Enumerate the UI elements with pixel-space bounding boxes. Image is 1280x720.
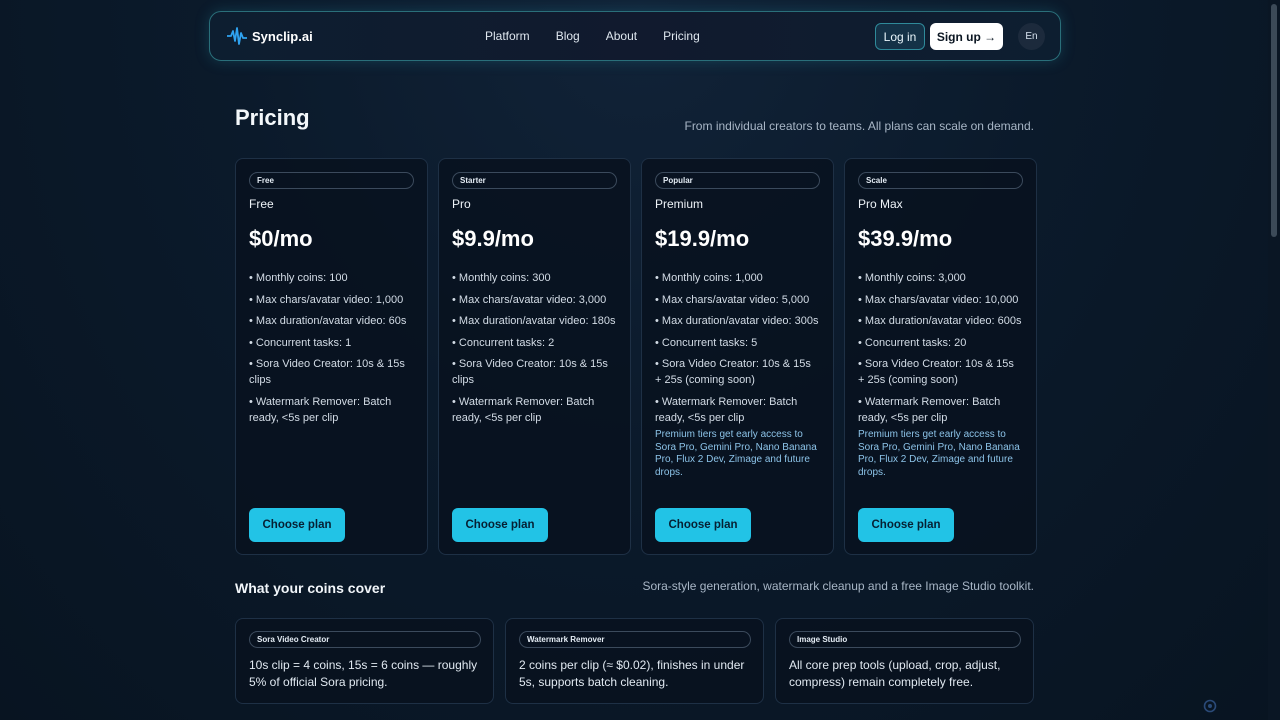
nav-link-platform[interactable]: Platform — [485, 29, 530, 43]
feature-item: • Monthly coins: 100 — [249, 272, 348, 284]
plan-cards: Free Free $0/mo • Monthly coins: 100 • M… — [235, 158, 1037, 555]
page-title: Pricing — [235, 105, 310, 130]
choose-plan-button[interactable]: Choose plan — [858, 508, 954, 542]
coin-card-watermark: Watermark Remover 2 coins per clip (≈ $0… — [505, 618, 764, 704]
plan-card-premium: Popular Premium $19.9/mo • Monthly coins… — [641, 158, 834, 555]
feature-item: • Monthly coins: 300 — [452, 272, 551, 284]
coin-text: 2 coins per clip (≈ $0.02), finishes in … — [519, 658, 745, 689]
coin-badge: Image Studio — [789, 631, 1021, 648]
plan-price: $19.9/mo — [655, 226, 750, 251]
feature-list: • Monthly coins: 3,000 • Max chars/avata… — [858, 270, 1023, 426]
early-access-note: Premium tiers get early access to Sora P… — [858, 429, 1020, 478]
scrollbar-thumb[interactable] — [1271, 4, 1277, 237]
choose-plan-button[interactable]: Choose plan — [452, 508, 548, 542]
plan-price: $0/mo — [249, 226, 313, 251]
feature-item: • Max chars/avatar video: 1,000 — [249, 293, 404, 306]
coin-card-sora: Sora Video Creator 10s clip = 4 coins, 1… — [235, 618, 494, 704]
feature-item: • Watermark Remover: Batch ready, <5s pe… — [452, 395, 595, 424]
coin-text: 10s clip = 4 coins, 15s = 6 coins — roug… — [249, 658, 478, 689]
plan-name: Pro Max — [858, 197, 903, 211]
plan-name: Free — [249, 197, 274, 211]
coin-card-image-studio: Image Studio All core prep tools (upload… — [775, 618, 1034, 704]
language-button[interactable]: En — [1018, 23, 1045, 50]
feature-item: • Concurrent tasks: 20 — [858, 336, 967, 349]
feature-item: • Watermark Remover: Batch ready, <5s pe… — [655, 395, 798, 424]
nav-links: Platform Blog About Pricing — [485, 29, 726, 43]
waveform-logo-icon — [227, 27, 247, 45]
feature-item: • Concurrent tasks: 1 — [249, 336, 352, 349]
feature-item: • Concurrent tasks: 2 — [452, 336, 555, 349]
feature-item: • Monthly coins: 1,000 — [655, 272, 763, 284]
choose-plan-button[interactable]: Choose plan — [655, 508, 751, 542]
nav-link-pricing[interactable]: Pricing — [663, 29, 700, 43]
recaptcha-icon — [1203, 699, 1217, 713]
page-scrollbar[interactable] — [1268, 0, 1280, 720]
feature-item: • Watermark Remover: Batch ready, <5s pe… — [858, 395, 1001, 424]
plan-card-pro: Starter Pro $9.9/mo • Monthly coins: 300… — [438, 158, 631, 555]
feature-item: • Max chars/avatar video: 5,000 — [655, 293, 810, 306]
brand-name: Synclip.ai — [252, 28, 313, 44]
plan-badge: Free — [249, 172, 414, 189]
feature-item: • Max chars/avatar video: 10,000 — [858, 293, 1019, 306]
login-button[interactable]: Log in — [875, 23, 925, 50]
top-navbar: Synclip.ai Platform Blog About Pricing L… — [209, 11, 1061, 61]
coin-text: All core prep tools (upload, crop, adjus… — [789, 658, 1001, 689]
feature-item: • Max duration/avatar video: 60s — [249, 315, 407, 327]
plan-card-pro-max: Scale Pro Max $39.9/mo • Monthly coins: … — [844, 158, 1037, 555]
plan-badge: Starter — [452, 172, 617, 189]
plan-card-free: Free Free $0/mo • Monthly coins: 100 • M… — [235, 158, 428, 555]
coins-section-subtitle: Sora-style generation, watermark cleanup… — [642, 579, 1034, 593]
plan-badge: Scale — [858, 172, 1023, 189]
nav-link-blog[interactable]: Blog — [556, 29, 580, 43]
feature-item: • Sora Video Creator: 10s & 15s + 25s (c… — [655, 358, 811, 386]
coin-badge: Watermark Remover — [519, 631, 751, 648]
feature-list: • Monthly coins: 1,000 • Max chars/avata… — [655, 270, 820, 426]
coin-cards: Sora Video Creator 10s clip = 4 coins, 1… — [235, 618, 1034, 704]
feature-item: • Concurrent tasks: 5 — [655, 336, 758, 349]
page-subtitle: From individual creators to teams. All p… — [684, 119, 1034, 133]
coin-badge: Sora Video Creator — [249, 631, 481, 648]
feature-item: • Sora Video Creator: 10s & 15s clips — [249, 358, 405, 386]
feature-item: • Sora Video Creator: 10s & 15s + 25s (c… — [858, 358, 1014, 386]
signup-button[interactable]: Sign up → — [930, 23, 1003, 50]
feature-item: • Max duration/avatar video: 300s — [655, 315, 819, 327]
feature-item: • Max duration/avatar video: 600s — [858, 315, 1022, 327]
feature-item: • Monthly coins: 3,000 — [858, 272, 966, 284]
brand-logo[interactable]: Synclip.ai — [227, 27, 313, 45]
plan-badge: Popular — [655, 172, 820, 189]
plan-price: $9.9/mo — [452, 226, 534, 251]
feature-item: • Sora Video Creator: 10s & 15s clips — [452, 358, 608, 386]
feature-list: • Monthly coins: 300 • Max chars/avatar … — [452, 270, 617, 426]
feature-item: • Watermark Remover: Batch ready, <5s pe… — [249, 395, 392, 424]
choose-plan-button[interactable]: Choose plan — [249, 508, 345, 542]
plan-name: Premium — [655, 197, 704, 211]
plan-price: $39.9/mo — [858, 226, 953, 251]
nav-link-about[interactable]: About — [606, 29, 637, 43]
feature-item: • Max chars/avatar video: 3,000 — [452, 293, 607, 306]
feature-list: • Monthly coins: 100 • Max chars/avatar … — [249, 270, 414, 426]
early-access-note: Premium tiers get early access to Sora P… — [655, 429, 817, 478]
coins-section-title: What your coins cover — [235, 580, 386, 596]
feature-item: • Max duration/avatar video: 180s — [452, 315, 616, 327]
plan-name: Pro — [452, 197, 471, 211]
